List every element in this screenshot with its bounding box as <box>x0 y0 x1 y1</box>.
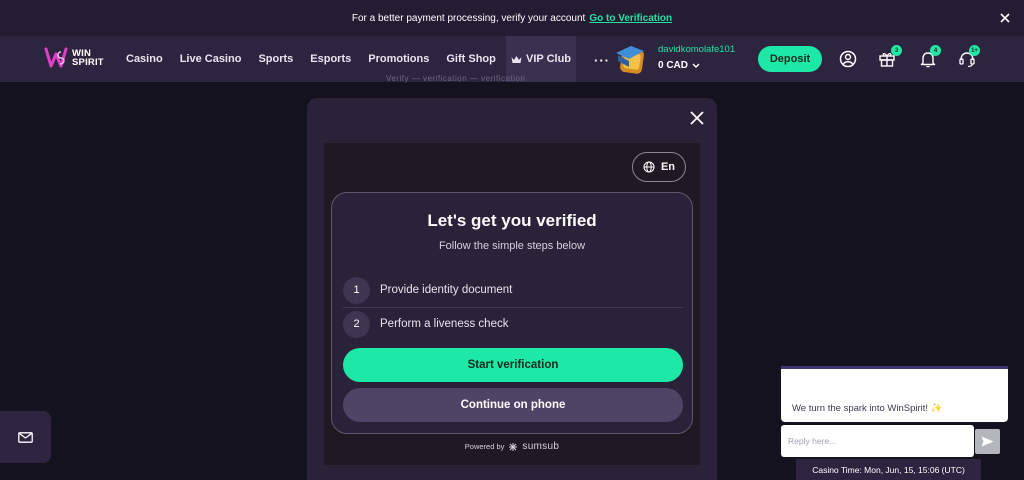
step-label: Provide identity document <box>380 284 513 296</box>
step-item: 2 Perform a liveness check <box>343 307 683 341</box>
nav-casino[interactable]: Casino <box>126 53 163 65</box>
continue-on-phone-button[interactable]: Continue on phone <box>343 388 683 422</box>
winspirit-logo[interactable]: WIN SPIRIT <box>44 44 104 72</box>
mail-icon <box>18 431 33 443</box>
chevron-down-icon <box>692 63 700 68</box>
sumsub-frame: En Let's get you verified Follow the sim… <box>324 143 700 465</box>
verification-modal: En Let's get you verified Follow the sim… <box>307 98 717 480</box>
chat-message-bubble: We turn the spark into WinSpirit! ✨ <box>781 366 1008 422</box>
verification-banner: For a better payment processing, verify … <box>0 0 1024 36</box>
casino-time: Casino Time: Mon, Jun, 15, 15:06 (UTC) <box>796 459 981 480</box>
profile-icon[interactable] <box>838 49 858 69</box>
more-menu-icon[interactable]: ··· <box>594 53 610 68</box>
deposit-button[interactable]: Deposit <box>758 46 822 72</box>
support-badge: 1+ <box>969 45 980 56</box>
crown-icon <box>511 55 522 63</box>
balance-value: 0 CAD <box>658 60 689 71</box>
notification-badge: 4 <box>930 45 941 56</box>
sumsub-logo-icon <box>509 442 518 451</box>
step-number: 2 <box>343 310 370 338</box>
username: davidkomolafe101 <box>658 44 736 55</box>
nav-promotions[interactable]: Promotions <box>368 53 429 65</box>
user-info[interactable]: davidkomolafe101 0 CAD <box>658 44 735 71</box>
background-steps-text: Verify — verification — verification <box>386 74 526 83</box>
nav-gift-shop[interactable]: Gift Shop <box>446 53 496 65</box>
globe-icon <box>643 161 655 173</box>
step-label: Perform a liveness check <box>380 318 509 330</box>
sumsub-brand: sumsub <box>522 441 560 452</box>
send-icon <box>981 436 994 447</box>
user-avatar[interactable] <box>612 41 648 77</box>
go-to-verification-link[interactable]: Go to Verification <box>589 13 672 24</box>
start-verification-button[interactable]: Start verification <box>343 348 683 382</box>
modal-close-icon[interactable] <box>689 110 705 126</box>
powered-by-sumsub: Powered by sumsub <box>324 441 700 452</box>
language-label: En <box>660 161 676 173</box>
vip-club-label: VIP Club <box>525 53 572 65</box>
banner-close-icon[interactable] <box>996 9 1014 27</box>
logo-line-2: SPIRIT <box>72 57 104 68</box>
verification-title: Let's get you verified <box>427 211 597 230</box>
gift-badge: 3 <box>891 45 902 56</box>
banner-text: For a better payment processing, verify … <box>351 12 586 24</box>
balance-selector[interactable]: 0 CAD <box>658 60 735 71</box>
language-selector[interactable]: En <box>632 152 686 182</box>
verification-subtitle: Follow the simple steps below <box>438 240 586 252</box>
messages-button[interactable] <box>0 411 51 463</box>
chat-message: We turn the spark into WinSpirit! ✨ <box>792 403 943 414</box>
step-item: 1 Provide identity document <box>343 273 683 307</box>
nav-sports[interactable]: Sports <box>258 53 293 65</box>
chat-reply-input[interactable] <box>781 425 974 457</box>
logo-mark-icon <box>44 47 68 68</box>
nav-esports[interactable]: Esports <box>310 53 351 65</box>
step-number: 1 <box>343 276 370 304</box>
verification-card: Let's get you verified Follow the simple… <box>331 192 693 434</box>
chat-send-button[interactable] <box>975 429 1000 454</box>
nav-live-casino[interactable]: Live Casino <box>180 53 242 65</box>
powered-by-label: Powered by <box>464 442 505 451</box>
